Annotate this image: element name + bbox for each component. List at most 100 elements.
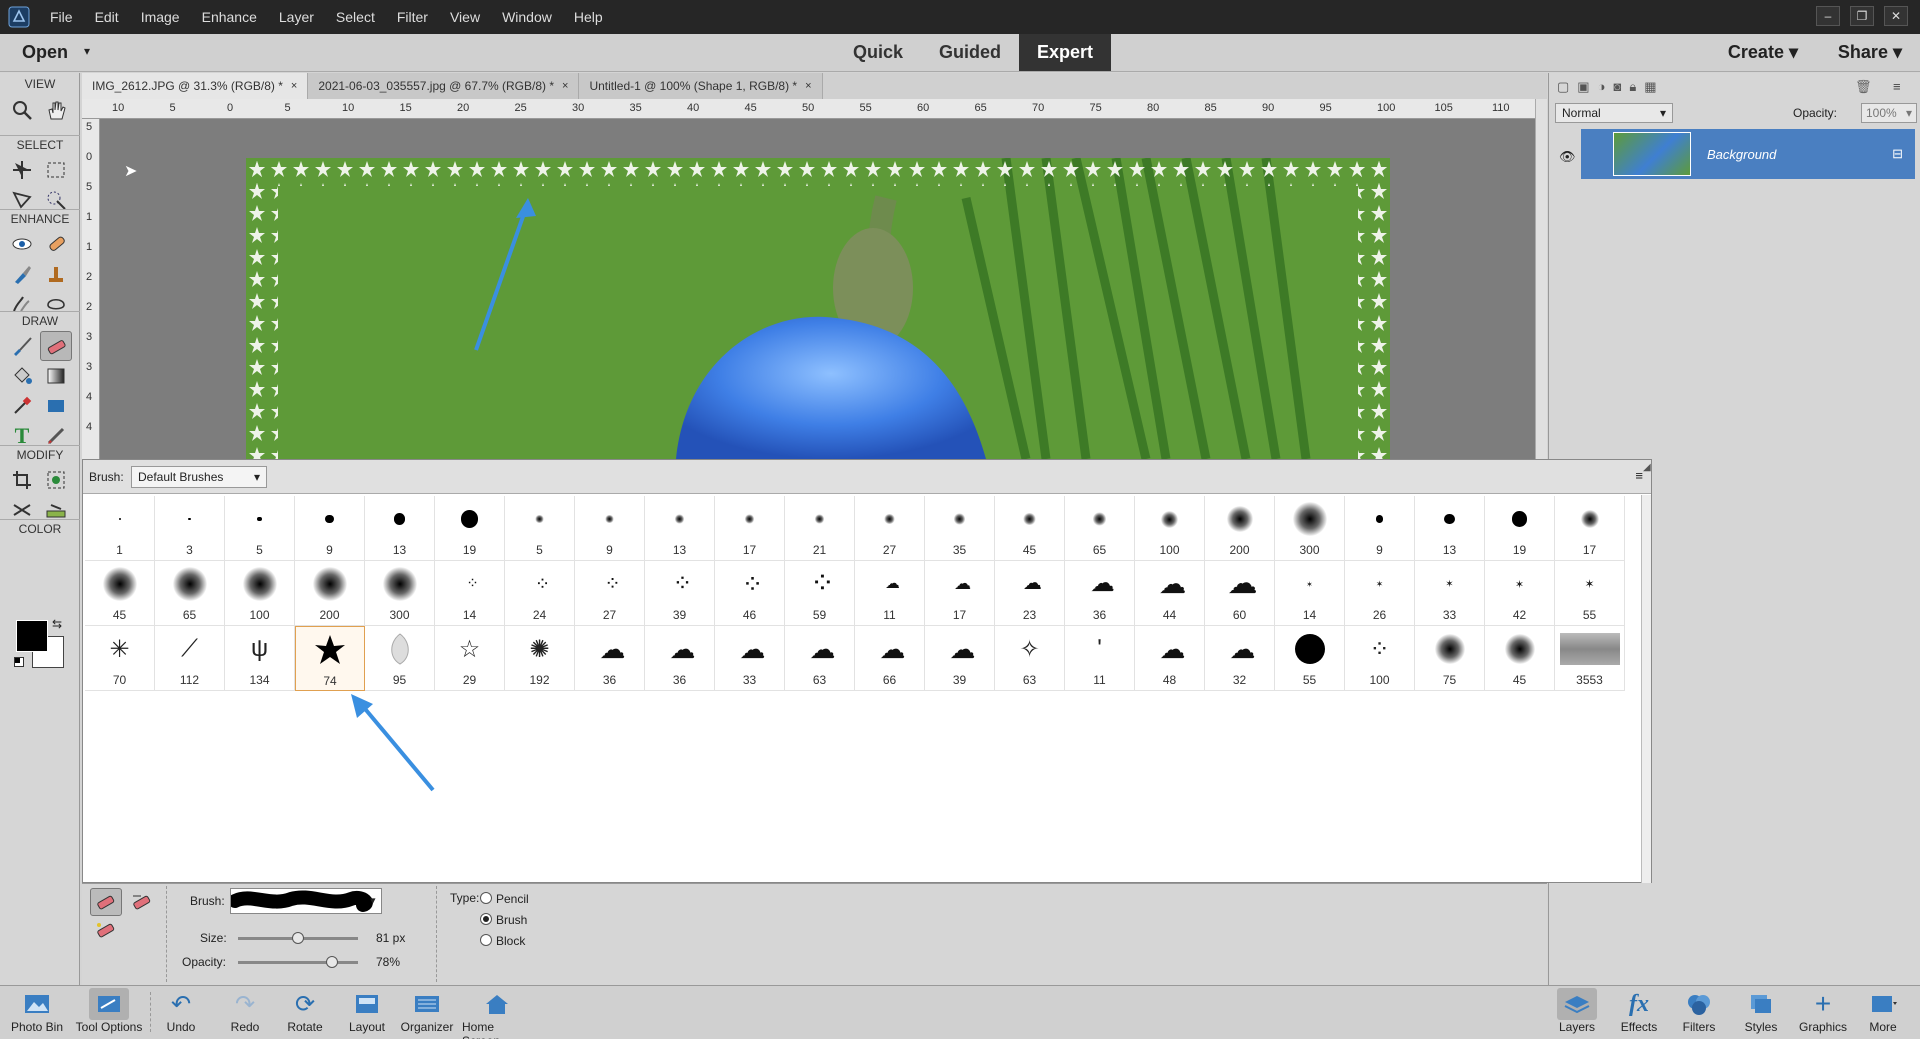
paint-bucket-tool-icon[interactable] [6,361,38,391]
brush-preset-cell[interactable]: ☁︎ 60 [1205,561,1275,626]
brush-preset-cell[interactable]: ☁︎ 32 [1205,626,1275,691]
layer-visibility-eye-icon[interactable]: 👁︎ [1559,149,1576,165]
mode-quick[interactable]: Quick [835,34,921,71]
brush-preset-cell[interactable]: ☁︎ 36 [1065,561,1135,626]
rotate-button[interactable]: ⟳ Rotate [270,988,340,1035]
brush-preset-cell[interactable]: 35 [925,496,995,561]
layer-lock-icon[interactable]: ⊟ [1892,146,1903,162]
tab-close-icon[interactable]: × [805,80,811,92]
opacity-slider-knob[interactable] [325,956,338,968]
tab-img-2612[interactable]: IMG_2612.JPG @ 31.3% (RGB/8) * × [82,73,309,99]
eraser-mode-icon[interactable] [90,888,122,916]
layer-row-background[interactable]: Background ⊟ [1581,129,1915,179]
brush-preset-cell[interactable]: 3 [155,496,225,561]
layer-opacity-field[interactable]: 100% ▾ [1861,103,1917,123]
recompose-tool-icon[interactable] [40,465,72,495]
red-eye-tool-icon[interactable] [6,229,38,259]
restore-button[interactable]: ❐ [1850,6,1874,26]
close-window-button[interactable]: ✕ [1884,6,1908,26]
brush-preset-cell[interactable]: 17 [1555,496,1625,561]
mode-guided[interactable]: Guided [921,34,1019,71]
brush-panel-menu-icon[interactable]: ≡ [1635,468,1643,483]
clone-stamp-tool-icon[interactable] [40,259,72,289]
open-dropdown-icon[interactable]: ▾ [84,44,90,58]
brush-preset-cell[interactable]: ☁︎ 39 [925,626,995,691]
brush-preset-cell[interactable]: 27 [855,496,925,561]
menu-help[interactable]: Help [574,9,603,25]
home-screen-button[interactable]: Home Screen [462,988,532,1039]
brush-preset-cell[interactable]: 200 [1205,496,1275,561]
filters-button[interactable]: Filters [1664,988,1734,1034]
brush-preset-cell[interactable]: ✶ 55 [1555,561,1625,626]
brush-preset-cell[interactable]: 3553 [1555,626,1625,691]
smart-brush-tool-icon[interactable] [6,259,38,289]
tab-close-icon[interactable]: × [291,80,297,92]
menu-view[interactable]: View [450,9,480,25]
brush-preset-cell[interactable]: 13 [1415,496,1485,561]
swap-colors-icon[interactable]: ⇆ [52,617,62,631]
eraser-tool-icon[interactable] [40,331,72,361]
brush-preset-cell[interactable]: ⁘ 14 [435,561,505,626]
magic-eraser-icon[interactable] [90,916,122,944]
type-pencil-radio[interactable] [480,892,492,904]
brush-preset-cell[interactable]: 300 [1275,496,1345,561]
new-layer-icon[interactable]: ▢ [1557,79,1569,95]
brush-preset-cell[interactable]: 65 [155,561,225,626]
foreground-color-swatch[interactable] [16,620,48,652]
styles-button[interactable]: Styles [1726,988,1796,1034]
lock-transparency-icon[interactable]: ▦ [1644,79,1656,95]
brush-preset-cell[interactable]: ⁘ 24 [505,561,575,626]
brush-preset-cell[interactable]: ψ 134 [225,626,295,691]
healing-brush-tool-icon[interactable] [40,229,72,259]
brush-preset-cell[interactable]: ☁︎ 17 [925,561,995,626]
brush-preset-picker[interactable] [230,888,382,914]
brush-preset-cell[interactable]: ✶ 33 [1415,561,1485,626]
brush-preset-cell[interactable]: ✶ 14 [1275,561,1345,626]
tool-options-button[interactable]: Tool Options [74,988,144,1034]
brush-preset-cell[interactable]: ☁︎ 63 [785,626,855,691]
brush-preset-cell[interactable]: ☁︎ 48 [1135,626,1205,691]
tab-2021-06-03[interactable]: 2021-06-03_035557.jpg @ 67.7% (RGB/8) * × [308,73,580,99]
brush-preset-cell[interactable]: 21 [785,496,855,561]
brush-preset-cell[interactable]: ☁︎ 23 [995,561,1065,626]
minimize-button[interactable]: – [1816,6,1840,26]
gradient-tool-icon[interactable] [40,361,72,391]
create-button[interactable]: Create ▾ [1728,42,1798,63]
marquee-tool-icon[interactable] [40,155,72,185]
tab-untitled-1[interactable]: Untitled-1 @ 100% (Shape 1, RGB/8) * × [579,73,823,99]
undo-button[interactable]: ↶ Undo [146,988,216,1035]
size-slider-knob[interactable] [292,932,304,944]
brush-preset-cell[interactable]: 13 [645,496,715,561]
brush-preset-cell[interactable]: 19 [1485,496,1555,561]
mode-expert[interactable]: Expert [1019,34,1112,71]
brush-preset-cell[interactable]: 200 [295,561,365,626]
brush-preset-cell[interactable]: 75 [1415,626,1485,691]
type-brush-radio[interactable] [480,913,492,925]
move-tool-icon[interactable] [6,155,38,185]
brush-preset-cell[interactable]: 17 [715,496,785,561]
brush-preset-cell[interactable]: 5 [225,496,295,561]
menu-select[interactable]: Select [336,9,375,25]
blend-mode-select[interactable]: Normal ▾ [1555,103,1673,123]
brush-preset-cell[interactable]: 5 [505,496,575,561]
crop-tool-icon[interactable] [6,465,38,495]
menu-edit[interactable]: Edit [95,9,119,25]
brush-preset-cell[interactable]: ☁︎ 33 [715,626,785,691]
open-button[interactable]: Open [22,42,68,63]
menu-enhance[interactable]: Enhance [202,9,257,25]
brush-preset-cell[interactable]: 9 [295,496,365,561]
brush-preset-cell[interactable]: 45 [85,561,155,626]
default-colors-icon[interactable] [14,657,24,667]
opacity-slider[interactable] [238,961,358,964]
brush-preset-cell[interactable]: ☁︎ 36 [645,626,715,691]
canvas-vertical-scrollbar[interactable] [1535,99,1547,459]
brush-preset-cell[interactable]: ☁︎ 44 [1135,561,1205,626]
brush-preset-cell[interactable]: ✧ 63 [995,626,1065,691]
menu-filter[interactable]: Filter [397,9,428,25]
share-button[interactable]: Share ▾ [1838,42,1902,63]
brush-preset-cell[interactable]: 1 [85,496,155,561]
type-block-radio[interactable] [480,934,492,946]
menu-window[interactable]: Window [502,9,552,25]
brush-preset-cell[interactable]: ☁︎ 36 [575,626,645,691]
brush-preset-cell[interactable]: ʹ 11 [1065,626,1135,691]
